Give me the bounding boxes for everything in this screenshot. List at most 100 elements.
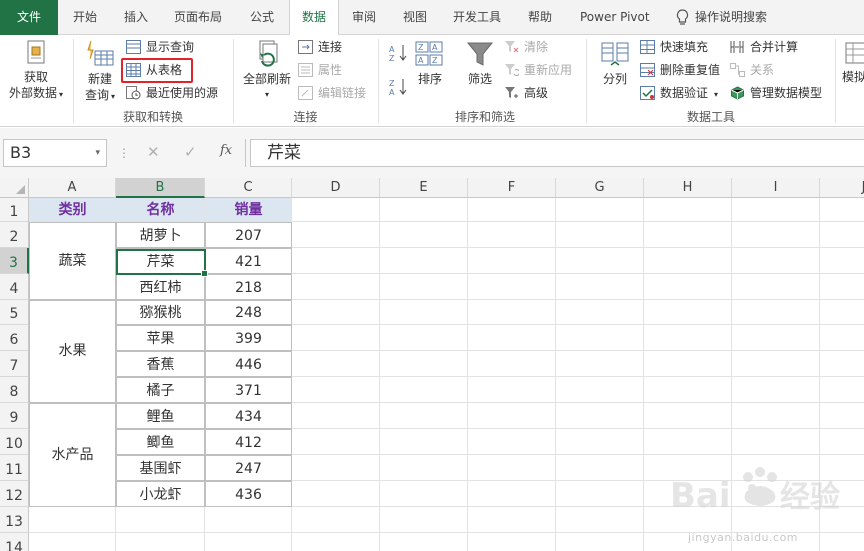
header-cell-sales[interactable]: 销量: [205, 198, 292, 222]
name-cell[interactable]: 鲫鱼: [116, 429, 205, 455]
column-header-d[interactable]: D: [292, 178, 380, 198]
column-header-c[interactable]: C: [205, 178, 292, 198]
tab-formulas[interactable]: 公式: [250, 0, 274, 35]
row-header-8[interactable]: 8: [0, 377, 29, 403]
column-header-i[interactable]: I: [732, 178, 820, 198]
category-cell[interactable]: 蔬菜: [29, 222, 116, 300]
row-header-11[interactable]: 11: [0, 455, 29, 481]
row-header-10[interactable]: 10: [0, 429, 29, 455]
column-header-g[interactable]: G: [556, 178, 644, 198]
row-header-5[interactable]: 5: [0, 300, 29, 325]
header-cell-name[interactable]: 名称: [116, 198, 205, 222]
header-cell-category[interactable]: 类别: [29, 198, 116, 222]
show-queries-icon: [126, 40, 141, 54]
recent-sources-button[interactable]: 最近使用的源: [124, 83, 218, 103]
consolidate-button[interactable]: 合并计算: [728, 37, 798, 57]
name-cell[interactable]: 西红柿: [116, 274, 205, 300]
sales-cell[interactable]: 436: [205, 481, 292, 507]
sales-cell[interactable]: 371: [205, 377, 292, 403]
name-cell[interactable]: 鲤鱼: [116, 403, 205, 429]
tab-home[interactable]: 开始: [73, 0, 97, 35]
tab-developer[interactable]: 开发工具: [453, 0, 501, 35]
sales-cell[interactable]: 207: [205, 222, 292, 248]
tab-file[interactable]: 文件: [0, 0, 58, 35]
column-header-e[interactable]: E: [380, 178, 468, 198]
chevron-down-icon[interactable]: ▾: [95, 140, 100, 166]
category-cell[interactable]: 水产品: [29, 403, 116, 507]
name-cell[interactable]: 苹果: [116, 325, 205, 351]
column-header-f[interactable]: F: [468, 178, 556, 198]
tab-power-pivot[interactable]: Power Pivot: [580, 0, 650, 35]
tab-help[interactable]: 帮助: [528, 0, 552, 35]
sort-descending-button[interactable]: ZA: [385, 77, 413, 99]
name-cell[interactable]: 橘子: [116, 377, 205, 403]
reapply-button[interactable]: 重新应用: [502, 60, 572, 80]
show-queries-button[interactable]: 显示查询: [124, 37, 194, 57]
properties-button[interactable]: 属性: [296, 60, 342, 80]
clear-filter-button[interactable]: 清除: [502, 37, 548, 57]
category-cell[interactable]: 水果: [29, 300, 116, 403]
drag-handle-icon[interactable]: ⋮: [118, 146, 130, 160]
filter-label: 筛选: [467, 72, 492, 86]
relationships-button[interactable]: 关系: [728, 60, 774, 80]
row-header-1[interactable]: 1: [0, 198, 29, 222]
row-header-3[interactable]: 3: [0, 248, 29, 274]
column-header-h[interactable]: H: [644, 178, 732, 198]
get-external-data-button[interactable]: 获取 外部数据 ▾: [6, 39, 66, 103]
refresh-all-button[interactable]: 全部刷新 ▾: [240, 39, 294, 103]
connections-button[interactable]: 连接: [296, 37, 342, 57]
column-header-b[interactable]: B: [116, 178, 205, 198]
row-header-4[interactable]: 4: [0, 274, 29, 300]
tab-view[interactable]: 视图: [403, 0, 427, 35]
row-header-2[interactable]: 2: [0, 222, 29, 248]
active-cell-b3[interactable]: [116, 249, 208, 277]
sales-cell[interactable]: 248: [205, 300, 292, 325]
row-header-7[interactable]: 7: [0, 351, 29, 377]
data-validation-button[interactable]: 数据验证 ▾: [638, 83, 718, 103]
sales-cell[interactable]: 421: [205, 248, 292, 274]
filter-button[interactable]: 筛选: [462, 39, 498, 87]
new-query-button[interactable]: 新建 查询 ▾: [80, 39, 120, 105]
formula-input[interactable]: 芹菜: [250, 139, 864, 167]
row-header-12[interactable]: 12: [0, 481, 29, 507]
sort-ascending-button[interactable]: AZ: [385, 43, 413, 65]
select-all-corner[interactable]: [0, 178, 29, 198]
tab-data[interactable]: 数据: [289, 0, 339, 36]
sales-cell[interactable]: 218: [205, 274, 292, 300]
name-cell[interactable]: 小龙虾: [116, 481, 205, 507]
name-cell[interactable]: 基围虾: [116, 455, 205, 481]
cancel-icon[interactable]: ✕: [147, 143, 160, 161]
data-validation-icon: [640, 86, 655, 100]
name-box[interactable]: B3 ▾: [3, 139, 107, 167]
sales-cell[interactable]: 446: [205, 351, 292, 377]
sales-cell[interactable]: 399: [205, 325, 292, 351]
column-header-a[interactable]: A: [29, 178, 116, 198]
name-cell[interactable]: 胡萝卜: [116, 222, 205, 248]
column-header-j[interactable]: J: [820, 178, 864, 198]
advanced-filter-button[interactable]: 高级: [502, 83, 548, 103]
sort-button[interactable]: ZAAZ 排序: [414, 39, 446, 87]
external-data-icon: [27, 40, 45, 64]
tab-page-layout[interactable]: 页面布局: [174, 0, 222, 35]
remove-duplicates-icon: [640, 63, 655, 77]
remove-duplicates-button[interactable]: 删除重复值: [638, 60, 720, 80]
tab-insert[interactable]: 插入: [124, 0, 148, 35]
sales-cell[interactable]: 247: [205, 455, 292, 481]
row-header-14[interactable]: 14: [0, 533, 29, 551]
tell-me-search[interactable]: 操作说明搜索: [676, 0, 767, 35]
sales-cell[interactable]: 434: [205, 403, 292, 429]
edit-links-button[interactable]: 编辑链接: [296, 83, 366, 103]
tab-review[interactable]: 审阅: [352, 0, 376, 35]
manage-data-model-button[interactable]: 管理数据模型: [728, 83, 822, 103]
row-header-6[interactable]: 6: [0, 325, 29, 351]
name-cell[interactable]: 香蕉: [116, 351, 205, 377]
row-header-9[interactable]: 9: [0, 403, 29, 429]
insert-function-button[interactable]: fx: [220, 143, 232, 158]
row-header-13[interactable]: 13: [0, 507, 29, 533]
what-if-analysis-button[interactable]: 模拟: [842, 39, 864, 85]
text-to-columns-button[interactable]: 分列: [594, 39, 636, 87]
name-cell[interactable]: 猕猴桃: [116, 300, 205, 325]
enter-check-icon[interactable]: ✓: [184, 143, 197, 161]
sales-cell[interactable]: 412: [205, 429, 292, 455]
flash-fill-button[interactable]: 快速填充: [638, 37, 708, 57]
